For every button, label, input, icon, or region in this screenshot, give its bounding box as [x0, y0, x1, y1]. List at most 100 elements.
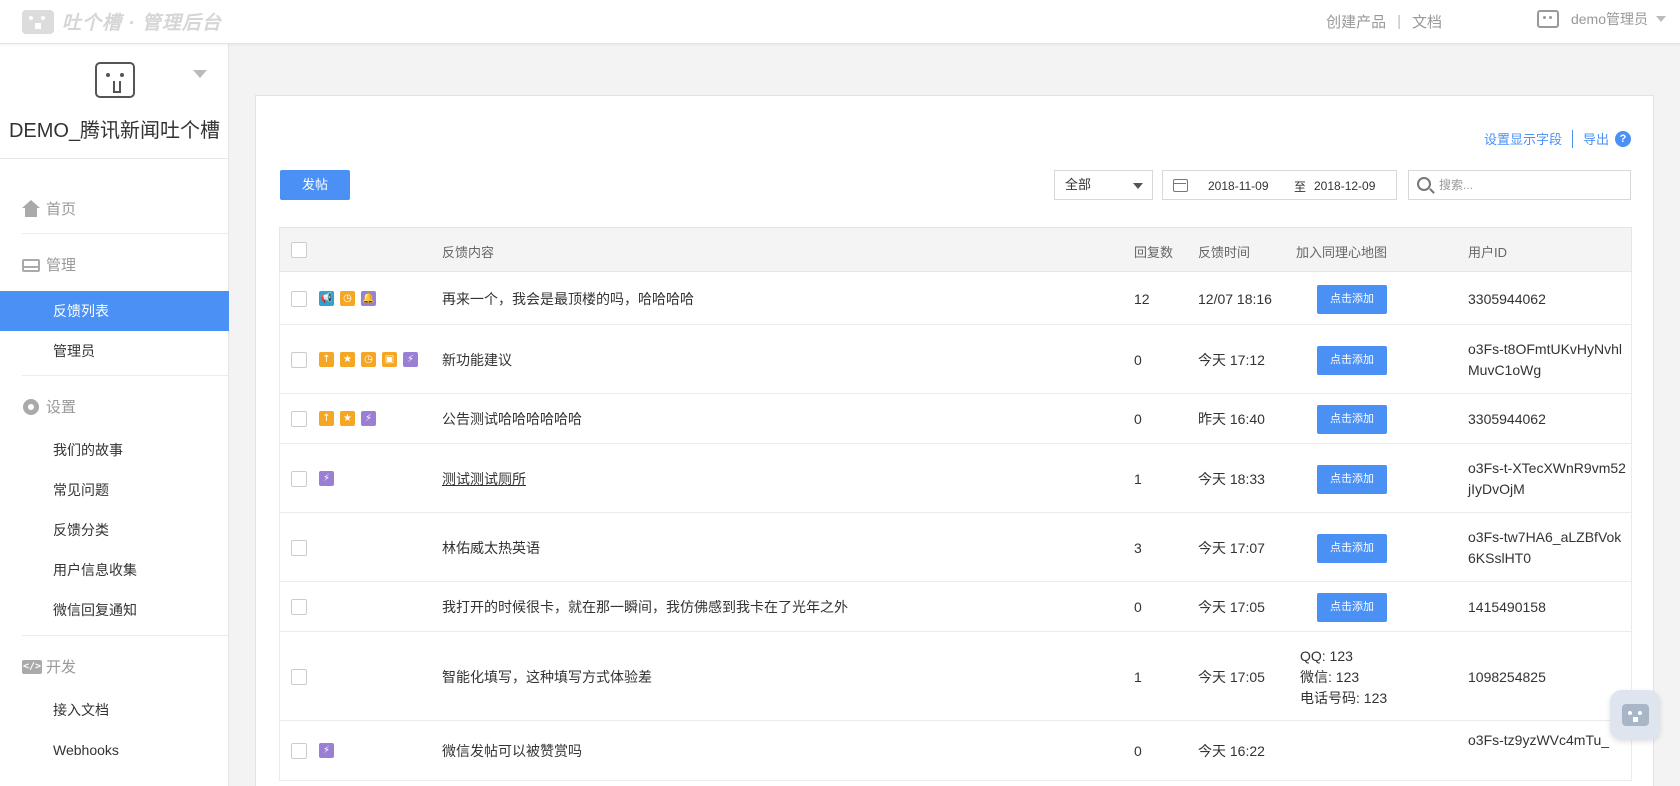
filter-selected-value: 全部	[1065, 177, 1092, 192]
add-to-empathy-map-button[interactable]: 点击添加	[1317, 345, 1387, 375]
table-row[interactable]: ↑ ★ ◷ ▣ ⚡ 新功能建议 0 今天 17:12 点击添加 o3Fs-t8OFmtUKvHyN…	[279, 325, 1632, 394]
home-icon	[22, 199, 40, 218]
feedback-content[interactable]: 微信发帖可以被赞赏吗	[442, 741, 582, 762]
feedback-content[interactable]: 智能化填写，这种填写方式体验差	[442, 667, 652, 688]
search-input[interactable]	[1439, 176, 1624, 194]
sidebar-item-faq[interactable]: 常见问题	[0, 470, 229, 510]
tag-orange-icon: ▣	[382, 351, 397, 367]
set-fields-link[interactable]: 设置显示字段	[1484, 129, 1562, 148]
sidebar-item-admins[interactable]: 管理员	[0, 331, 229, 371]
tag-teal-icon: 📢	[319, 290, 334, 306]
top-bar: 吐个槽 · 管理后台 创建产品 | 文档 demo管理员	[0, 0, 1680, 44]
header-content: 反馈内容	[442, 245, 495, 260]
brand-title: 吐个槽 · 管理后台	[62, 13, 222, 34]
sidebar-item-webhooks[interactable]: Webhooks	[0, 730, 229, 770]
feedback-content[interactable]: 林佑威太热英语	[442, 538, 540, 559]
feedback-content[interactable]: 测试测试厕所	[442, 469, 526, 490]
row-checkbox[interactable]	[291, 743, 307, 759]
row-tags: ↑ ★ ⚡	[319, 411, 382, 426]
add-to-empathy-map-button[interactable]: 点击添加	[1317, 593, 1387, 622]
feedback-time: 昨天 16:40	[1198, 411, 1265, 427]
product-switch-chevron-icon[interactable]	[193, 70, 207, 78]
panel-actions: 设置显示字段 导出 ?	[1484, 129, 1631, 148]
feedback-time: 今天 17:05	[1198, 668, 1265, 685]
user-menu[interactable]: demo管理员	[1536, 9, 1666, 29]
date-range-picker[interactable]: 2018-11-09 至 2018-12-09	[1162, 170, 1397, 200]
row-checkbox[interactable]	[291, 668, 307, 685]
post-button[interactable]: 发帖	[280, 170, 350, 200]
create-product-link[interactable]: 创建产品	[1326, 11, 1386, 32]
row-checkbox[interactable]	[291, 290, 307, 307]
reply-count: 0	[1134, 743, 1142, 759]
docs-link[interactable]: 文档	[1412, 11, 1442, 32]
divider	[22, 635, 229, 636]
row-tags: 📢 ◷ 🔔	[319, 290, 382, 306]
tag-orange-icon: ★	[340, 411, 355, 426]
sidebar-item-wechat-notify[interactable]: 微信回复通知	[0, 590, 229, 630]
header-replies[interactable]: 回复数	[1134, 242, 1173, 261]
sidebar-item-feedback-list[interactable]: 反馈列表	[0, 291, 229, 331]
nav-section-label: 设置	[46, 399, 77, 416]
feedback-content[interactable]: 我打开的时候很卡，就在那一瞬间，我仿佛感到我卡在了光年之外	[442, 597, 848, 618]
add-to-empathy-map-button[interactable]: 点击添加	[1317, 533, 1387, 563]
tag-purple-icon: 🔔	[361, 290, 376, 306]
divider	[22, 375, 229, 376]
date-to[interactable]: 2018-12-09	[1314, 179, 1375, 193]
sidebar-item-user-info[interactable]: 用户信息收集	[0, 550, 229, 590]
divider	[22, 233, 229, 234]
filter-select[interactable]: 全部	[1054, 170, 1153, 200]
feedback-content[interactable]: 公告测试哈哈哈哈哈哈	[442, 409, 582, 430]
contact-line: QQ: 123	[1300, 647, 1353, 664]
user-id: 3305944062	[1468, 290, 1546, 307]
add-to-empathy-map-button[interactable]: 点击添加	[1317, 284, 1387, 314]
sidebar-item-our-story[interactable]: 我们的故事	[0, 430, 229, 470]
date-from[interactable]: 2018-11-09	[1208, 179, 1269, 193]
user-avatar-icon	[1536, 10, 1559, 28]
tag-orange-icon: ↑	[319, 351, 334, 367]
table-row[interactable]: ↑ ★ ⚡ 公告测试哈哈哈哈哈哈 0 昨天 16:40 点击添加 3305944062	[279, 394, 1632, 444]
user-id: 1415490158	[1468, 599, 1546, 615]
table-row[interactable]: ⚡ 微信发帖可以被赞赏吗 0 今天 16:22 o3Fs-tz9yzWVc4mTu_	[279, 721, 1632, 781]
export-link[interactable]: 导出	[1583, 129, 1609, 148]
divider	[0, 158, 229, 159]
top-links: 创建产品 | 文档	[1326, 11, 1442, 32]
sidebar-item-docs[interactable]: 接入文档	[0, 690, 229, 730]
brand[interactable]: 吐个槽 · 管理后台	[22, 8, 222, 35]
table-row[interactable]: 林佑威太热英语 3 今天 17:07 点击添加 o3Fs-tw7HA6_aLZBfVok…	[279, 513, 1632, 582]
reply-count: 3	[1134, 539, 1142, 556]
table-row[interactable]: 我打开的时候很卡，就在那一瞬间，我仿佛感到我卡在了光年之外 0 今天 17:05 点击…	[279, 582, 1632, 632]
date-to-label: 至	[1294, 180, 1307, 194]
chevron-down-icon	[1656, 16, 1666, 22]
reply-count: 0	[1134, 351, 1142, 368]
row-checkbox[interactable]	[291, 539, 307, 556]
nav-section-label: 开发	[46, 659, 77, 676]
add-to-empathy-map-button[interactable]: 点击添加	[1317, 405, 1387, 434]
table-row[interactable]: 📢 ◷ 🔔 再来一个，我会是最顶楼的吗，哈哈哈哈 12 12/07 18:16 点击添加 33…	[279, 272, 1632, 325]
row-checkbox[interactable]	[291, 351, 307, 368]
reply-count: 1	[1134, 470, 1142, 487]
add-to-empathy-map-button[interactable]: 点击添加	[1317, 464, 1387, 494]
brand-logo-icon	[22, 9, 54, 34]
row-tags: ⚡	[319, 470, 340, 486]
row-checkbox[interactable]	[291, 599, 307, 615]
user-id: o3Fs-tz9yzWVc4mTu_	[1468, 732, 1610, 748]
help-icon[interactable]: ?	[1615, 130, 1631, 147]
table-row[interactable]: 智能化填写，这种填写方式体验差 1 今天 17:05 QQ: 123 微信: 123 电话…	[279, 632, 1632, 721]
feedback-content[interactable]: 再来一个，我会是最顶楼的吗，哈哈哈哈	[442, 289, 694, 310]
feedback-widget-button[interactable]	[1610, 690, 1660, 740]
user-name: demo管理员	[1570, 11, 1648, 27]
table-row[interactable]: ⚡ 测试测试厕所 1 今天 18:33 点击添加 o3Fs-t-XTecXWnR9vm52…	[279, 444, 1632, 513]
tag-orange-icon: ◷	[361, 351, 376, 367]
sidebar-item-categories[interactable]: 反馈分类	[0, 510, 229, 550]
divider	[1571, 129, 1573, 148]
select-all-checkbox[interactable]	[291, 242, 307, 258]
table-header: 反馈内容 回复数 反馈时间 加入同理心地图 用户ID	[279, 227, 1632, 272]
feedback-content[interactable]: 新功能建议	[442, 350, 512, 371]
nav-section-home[interactable]: 首页	[22, 198, 76, 219]
search-box	[1408, 170, 1631, 200]
row-checkbox[interactable]	[291, 470, 307, 487]
row-tags: ↑ ★ ◷ ▣ ⚡	[319, 351, 424, 367]
user-id: o3Fs-tw7HA6_aLZBfVok6KSslHT0	[1468, 528, 1622, 566]
header-time[interactable]: 反馈时间	[1198, 242, 1250, 261]
row-checkbox[interactable]	[291, 411, 307, 427]
